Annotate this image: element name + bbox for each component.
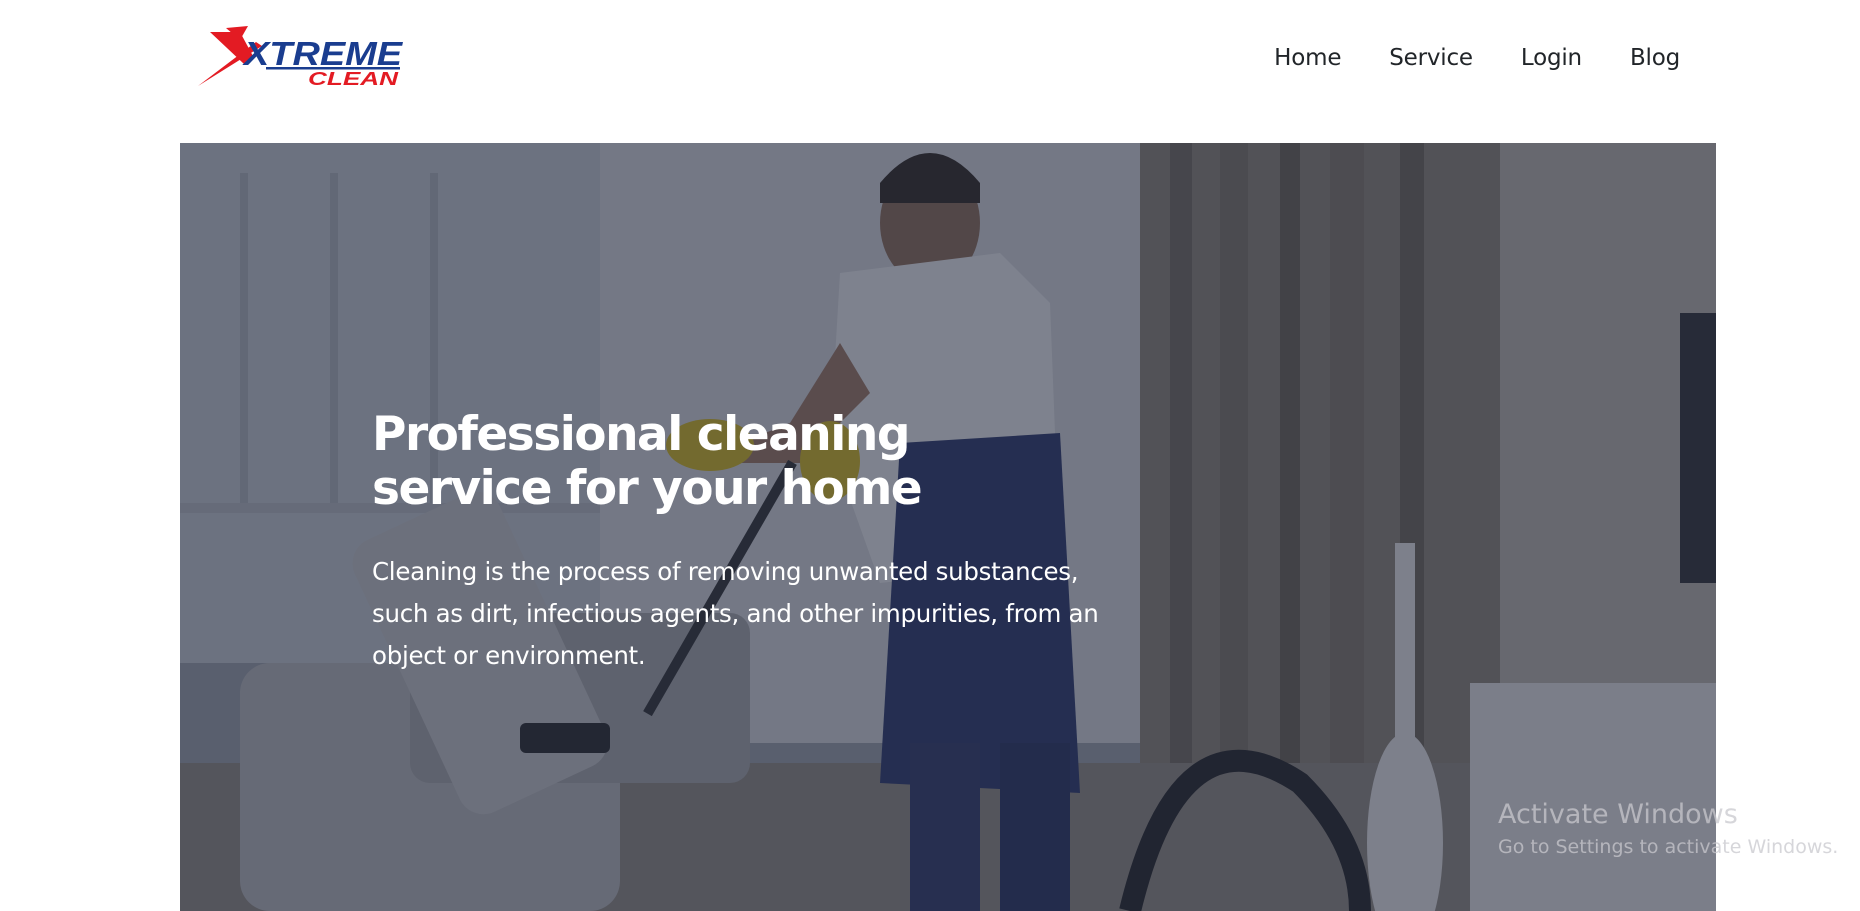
nav-blog-link[interactable]: Blog xyxy=(1630,45,1680,71)
hero-heading-line-2: service for your home xyxy=(372,461,923,516)
logo-wordmark-bottom: CLEAN xyxy=(308,69,399,88)
logo-wordmark-top: XTREME xyxy=(242,35,403,72)
hero-dark-overlay xyxy=(180,143,1716,911)
hero-description: Cleaning is the process of removing unwa… xyxy=(372,551,1102,677)
hero-banner: Professional cleaning service for your h… xyxy=(180,143,1716,911)
hero-heading-line-1: Professional cleaning xyxy=(372,407,910,462)
xtreme-clean-logo[interactable]: XTREME CLEAN xyxy=(196,24,410,88)
hero-description-line-1: Cleaning is the process of removing unwa… xyxy=(372,557,1079,586)
site-header: XTREME CLEAN Home Service Login Blog xyxy=(0,0,1860,143)
hero-heading: Professional cleaning service for your h… xyxy=(372,408,992,516)
main-nav: Home Service Login Blog xyxy=(1274,45,1680,71)
hero-description-line-3: object or environment. xyxy=(372,641,646,670)
nav-home-link[interactable]: Home xyxy=(1274,45,1341,71)
hero-description-line-2: such as dirt, infectious agents, and oth… xyxy=(372,599,1099,628)
nav-service-link[interactable]: Service xyxy=(1389,45,1473,71)
nav-login-link[interactable]: Login xyxy=(1521,45,1582,71)
